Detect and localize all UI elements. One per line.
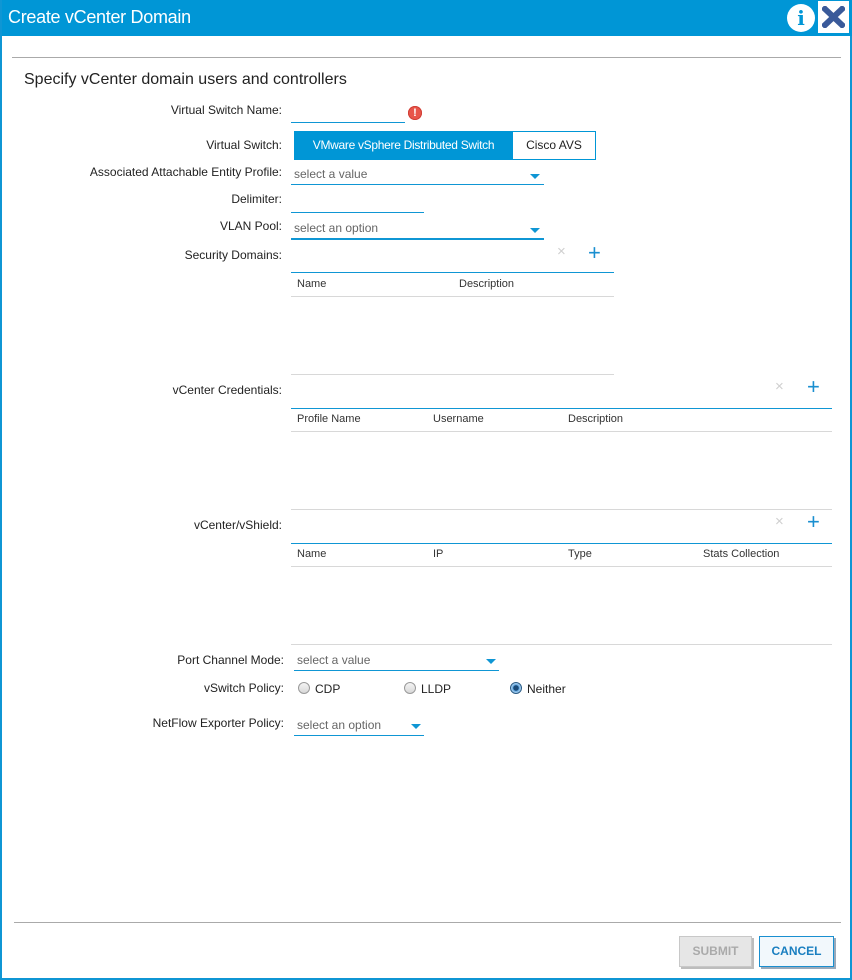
port-channel-mode-placeholder: select a value	[297, 653, 371, 667]
aep-chevron-down-icon[interactable]	[530, 174, 540, 179]
netflow-exporter-policy-placeholder: select an option	[297, 718, 382, 732]
security-domains-table-top	[291, 272, 614, 273]
create-vcenter-domain-dialog: Create vCenter Domain i Specify vCenter …	[0, 0, 852, 980]
virtual-switch-name-underline	[291, 122, 405, 123]
netflow-exporter-policy-label: NetFlow Exporter Policy:	[152, 716, 284, 730]
delimiter-input[interactable]	[291, 190, 424, 212]
close-button[interactable]	[818, 1, 849, 33]
error-icon: !	[408, 106, 422, 120]
header-divider	[12, 57, 841, 58]
info-icon[interactable]: i	[787, 4, 815, 32]
aep-select-placeholder: select a value	[294, 167, 368, 181]
port-channel-mode-label: Port Channel Mode:	[177, 653, 284, 667]
vswitch-policy-neither-radio[interactable]	[510, 682, 522, 694]
vlan-pool-chevron-down-icon[interactable]	[530, 228, 540, 233]
security-domains-header-divider	[291, 296, 614, 297]
virtual-switch-label: Virtual Switch:	[206, 138, 282, 152]
security-domains-col-description[interactable]: Description	[459, 278, 514, 290]
cancel-button[interactable]: CANCEL	[759, 936, 834, 967]
vswitch-policy-lldp-label[interactable]: LLDP	[421, 682, 451, 696]
port-channel-mode-underline	[294, 670, 499, 671]
security-domains-label: Security Domains:	[184, 248, 282, 262]
security-domains-delete-icon[interactable]: ×	[557, 243, 566, 260]
vcenter-vshield-table-bottom	[291, 644, 832, 645]
vcenter-vshield-table-top	[291, 543, 832, 544]
vcenter-vshield-delete-icon[interactable]: ×	[775, 513, 784, 530]
vswitch-policy-cdp-radio[interactable]	[298, 682, 310, 694]
dialog-title: Create vCenter Domain	[8, 7, 191, 27]
security-domains-col-name[interactable]: Name	[297, 278, 326, 290]
vswitch-policy-lldp-radio[interactable]	[404, 682, 416, 694]
vlan-pool-label: VLAN Pool:	[219, 219, 282, 233]
vcenter-vshield-col-stats-collection[interactable]: Stats Collection	[703, 548, 779, 560]
security-domains-table-bottom	[291, 374, 614, 375]
submit-button[interactable]: SUBMIT	[679, 936, 752, 967]
vcenter-credentials-delete-icon[interactable]: ×	[775, 378, 784, 395]
vcenter-vshield-label: vCenter/vShield:	[193, 518, 282, 532]
form-subtitle: Specify vCenter domain users and control…	[24, 71, 347, 88]
aep-label: Associated Attachable Entity Profile:	[89, 165, 282, 179]
virtual-switch-option-cisco-avs[interactable]: Cisco AVS	[513, 131, 596, 160]
virtual-switch-name-input[interactable]	[291, 100, 405, 122]
vcenter-credentials-col-profile-name[interactable]: Profile Name	[297, 413, 361, 425]
vcenter-credentials-header-divider	[291, 431, 832, 432]
vswitch-policy-label: vSwitch Policy:	[203, 681, 284, 695]
port-channel-mode-chevron-down-icon[interactable]	[486, 659, 496, 664]
vcenter-vshield-add-icon[interactable]: +	[807, 511, 820, 533]
vcenter-credentials-table-top	[291, 408, 832, 409]
vswitch-policy-cdp-label[interactable]: CDP	[315, 682, 340, 696]
delimiter-underline	[291, 212, 424, 213]
virtual-switch-name-label: Virtual Switch Name:	[170, 103, 282, 117]
vcenter-vshield-col-ip[interactable]: IP	[433, 548, 443, 560]
delimiter-label: Delimiter:	[231, 192, 282, 206]
netflow-exporter-policy-chevron-down-icon[interactable]	[411, 724, 421, 729]
security-domains-add-icon[interactable]: +	[588, 242, 601, 264]
security-domains-top-line	[291, 239, 544, 240]
vcenter-credentials-table-bottom	[291, 509, 832, 510]
vcenter-credentials-col-description[interactable]: Description	[568, 413, 623, 425]
aep-underline	[291, 184, 544, 185]
virtual-switch-option-vds[interactable]: VMware vSphere Distributed Switch	[294, 131, 513, 160]
vcenter-credentials-label: vCenter Credentials:	[172, 383, 282, 397]
vcenter-credentials-col-username[interactable]: Username	[433, 413, 484, 425]
vcenter-vshield-col-name[interactable]: Name	[297, 548, 326, 560]
close-icon	[822, 6, 845, 28]
vlan-pool-select-placeholder: select an option	[294, 221, 379, 235]
vswitch-policy-neither-label[interactable]: Neither	[527, 682, 566, 696]
vcenter-credentials-add-icon[interactable]: +	[807, 376, 820, 398]
dialog-titlebar: Create vCenter Domain i	[2, 0, 852, 36]
netflow-exporter-policy-underline	[294, 735, 424, 736]
vcenter-vshield-header-divider	[291, 566, 832, 567]
vcenter-vshield-col-type[interactable]: Type	[568, 548, 592, 560]
footer-divider	[14, 922, 841, 923]
